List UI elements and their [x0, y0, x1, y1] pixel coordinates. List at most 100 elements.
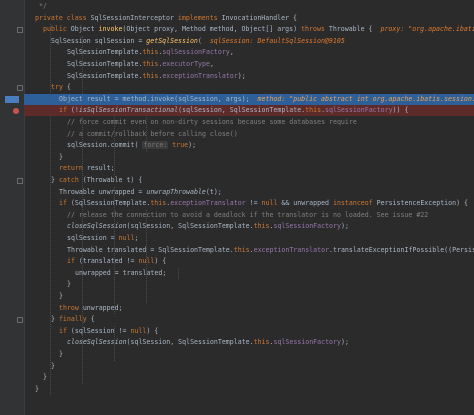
- code-token: .translateExceptionIfPossible((Persisten…: [329, 245, 474, 254]
- code-token: unwrapped;: [82, 303, 123, 312]
- code-token: sqlSession =: [67, 234, 119, 242]
- code-token: private class: [35, 13, 91, 22]
- code-token: ) {: [154, 257, 167, 266]
- code-line[interactable]: */: [24, 1, 474, 12]
- code-line[interactable]: // force commit even on non-dirty sessio…: [24, 117, 474, 128]
- code-line[interactable]: }: [24, 372, 474, 383]
- fold-icon[interactable]: [17, 317, 23, 324]
- code-comment: // a commit/rollback before calling clos…: [67, 129, 238, 138]
- debug-inline-value: sqlSession: DefaultSqlSession@9105: [209, 36, 345, 45]
- code-line[interactable]: return result;: [24, 163, 474, 174]
- code-line[interactable]: SqlSession sqlSession = getSqlSession( s…: [24, 36, 474, 47]
- code-token: }: [59, 152, 63, 161]
- code-token: );: [340, 338, 349, 347]
- code-line[interactable]: } catch (Throwable t) {: [24, 175, 474, 186]
- code-token: Object result = method.invoke(sqlSession…: [59, 94, 258, 103]
- debug-inline-value: proxy: "org.apache.ibatis.session.SqlSes…: [380, 25, 474, 34]
- editor-gutter[interactable]: [0, 0, 25, 415]
- execution-point-icon[interactable]: [5, 95, 19, 103]
- code-token: (sqlSession !=: [70, 326, 131, 335]
- code-token: }: [51, 315, 59, 324]
- code-token: sqlSessionFactory: [273, 338, 341, 347]
- code-line[interactable]: sqlSession.commit( force: true);: [24, 140, 474, 151]
- code-token: exceptionTranslator: [253, 245, 330, 254]
- code-line[interactable]: }: [24, 152, 474, 163]
- code-token: this: [305, 106, 322, 115]
- code-token: unwrapThrowable: [146, 187, 206, 196]
- code-line[interactable]: SqlSessionTemplate.this.executorType,: [24, 59, 474, 70]
- code-token: SqlSessionTemplate.: [67, 60, 143, 68]
- code-token: throws: [301, 25, 329, 34]
- code-token: closeSqlSession: [67, 222, 127, 231]
- code-token: {: [66, 83, 71, 92]
- code-token: throw: [59, 303, 83, 312]
- breakpoint-icon[interactable]: [13, 107, 19, 114]
- code-line[interactable]: if (translated != null) {: [24, 256, 474, 267]
- code-token: instanceof: [333, 199, 377, 208]
- fold-icon[interactable]: [17, 27, 23, 34]
- code-line[interactable]: SqlSessionTemplate.this.exceptionTransla…: [24, 71, 474, 82]
- code-comment: // force commit even on non-dirty sessio…: [67, 118, 357, 126]
- code-token: (!: [70, 106, 79, 115]
- code-token: getSqlSession: [146, 36, 198, 45]
- code-line[interactable]: sqlSession = null;: [24, 233, 474, 244]
- code-line[interactable]: }: [24, 361, 474, 372]
- code-token: this: [233, 245, 250, 254]
- code-token: public: [43, 25, 71, 34]
- code-token: !=: [245, 199, 262, 208]
- code-token: ,: [229, 48, 234, 57]
- code-token: );: [188, 141, 197, 150]
- code-token: Throwable unwrapped =: [59, 187, 147, 196]
- code-token: this: [142, 60, 159, 68]
- code-line[interactable]: // a commit/rollback before calling clos…: [24, 129, 474, 140]
- code-line[interactable]: Throwable unwrapped = unwrapThrowable(t)…: [24, 187, 474, 198]
- code-line[interactable]: closeSqlSession(sqlSession, SqlSessionTe…: [24, 221, 474, 232]
- code-token: */: [39, 2, 47, 10]
- code-line[interactable]: }: [24, 384, 474, 395]
- fold-icon[interactable]: [17, 178, 23, 184]
- code-token: true: [172, 141, 189, 150]
- code-token: }: [51, 361, 55, 370]
- code-line[interactable]: if (SqlSessionTemplate.this.exceptionTra…: [24, 198, 474, 209]
- code-token: finally: [58, 315, 91, 324]
- code-token: sqlSessionFactory: [273, 222, 341, 231]
- code-line[interactable]: } finally {: [24, 314, 474, 325]
- fold-icon[interactable]: [17, 85, 23, 92]
- code-line[interactable]: public Object invoke(Object proxy, Metho…: [24, 24, 474, 35]
- code-token: null: [130, 326, 147, 335]
- code-token: exceptionTranslator: [162, 71, 238, 80]
- code-token: if: [67, 257, 79, 266]
- current-execution-line[interactable]: Object result = method.invoke(sqlSession…: [24, 93, 474, 105]
- code-line[interactable]: }: [24, 291, 474, 302]
- code-token: (sqlSession, SqlSessionTemplate.: [126, 222, 254, 231]
- code-token: ) {: [146, 326, 159, 335]
- code-token: SqlSessionInterceptor: [90, 13, 178, 22]
- code-line[interactable]: // release the connection to avoid a dea…: [24, 210, 474, 221]
- code-editor[interactable]: */ private class SqlSessionInterceptor im…: [0, 0, 474, 415]
- code-token: (: [197, 36, 210, 45]
- code-line[interactable]: private class SqlSessionInterceptor impl…: [24, 13, 474, 24]
- code-token: if: [59, 326, 71, 335]
- code-area[interactable]: */ private class SqlSessionInterceptor im…: [24, 0, 474, 415]
- parameter-hint: force:: [142, 141, 169, 150]
- code-token: null: [261, 199, 282, 208]
- code-line[interactable]: SqlSessionTemplate.this.sqlSessionFactor…: [24, 47, 474, 58]
- code-line[interactable]: }: [24, 349, 474, 360]
- code-token: );: [237, 71, 246, 80]
- code-line[interactable]: unwrapped = translated;: [24, 268, 474, 279]
- code-line[interactable]: closeSqlSession(sqlSession, SqlSessionTe…: [24, 337, 474, 348]
- code-line[interactable]: Throwable translated = SqlSessionTemplat…: [24, 245, 474, 256]
- code-token: (Object proxy, Method method, Object[] a…: [122, 25, 302, 34]
- code-line[interactable]: if (sqlSession != null) {: [24, 326, 474, 337]
- code-token: try: [51, 83, 67, 92]
- code-line[interactable]: throw unwrapped;: [24, 303, 474, 314]
- code-line[interactable]: try {: [24, 82, 474, 93]
- code-line[interactable]: }: [24, 279, 474, 290]
- code-token: SqlSessionTemplate.: [67, 48, 143, 57]
- breakpoint-line[interactable]: if (!isSqlSessionTransactional(sqlSessio…: [24, 105, 474, 117]
- code-token: }: [51, 176, 59, 184]
- debug-inline-value: method: "public abstract int org.apache.…: [257, 94, 474, 103]
- code-token: catch: [58, 176, 83, 184]
- code-token: (translated !=: [78, 257, 139, 266]
- code-token: InvocationHandler {: [221, 13, 298, 22]
